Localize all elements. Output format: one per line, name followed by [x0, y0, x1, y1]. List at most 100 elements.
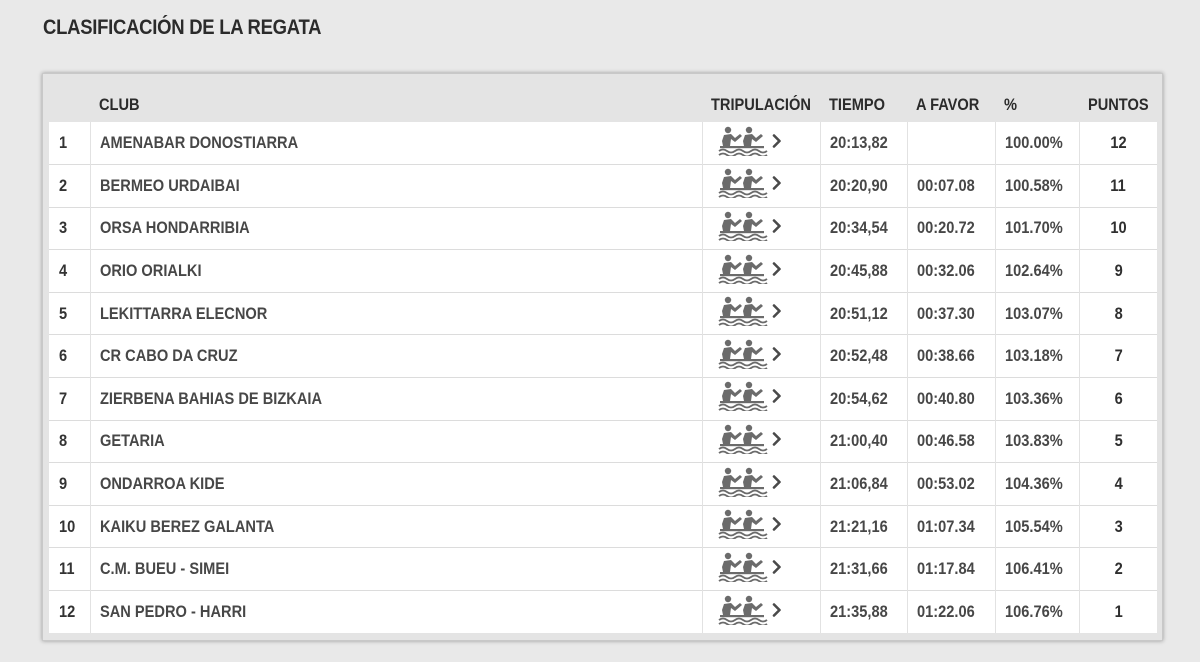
- club-cell: SAN PEDRO - HARRI: [90, 590, 703, 634]
- crew-link[interactable]: [717, 552, 782, 582]
- position-cell: 3: [49, 206, 91, 250]
- points-cell: 3: [1079, 504, 1157, 548]
- chevron-right-icon: [772, 517, 782, 531]
- gap-cell: 00:38.66: [907, 334, 996, 378]
- position-cell: 8: [49, 419, 91, 463]
- rowing-crew-icon: [717, 168, 768, 199]
- crew-link[interactable]: [717, 339, 782, 369]
- table-row: 5 LEKITTARRA ELECNOR 20:51,12 00:37.30 1…: [49, 291, 1157, 335]
- gap-cell: 00:20.72: [907, 206, 996, 250]
- points-cell: 1: [1079, 590, 1157, 634]
- gap-cell: [907, 122, 996, 165]
- crew-link[interactable]: [717, 595, 782, 625]
- club-cell: ONDARROA KIDE: [90, 462, 703, 506]
- table-row: 2 BERMEO URDAIBAI 20:20,90 00:07.08 100.…: [49, 164, 1157, 208]
- percent-cell: 101.70%: [995, 206, 1080, 250]
- table-row: 7 ZIERBENA BAHIAS DE BIZKAIA 20:54,62 00…: [49, 377, 1157, 421]
- table-row: 9 ONDARROA KIDE 21:06,84 00:53.02 104.36…: [49, 462, 1157, 506]
- gap-cell: 01:17.84: [907, 547, 996, 591]
- chevron-right-icon: [772, 133, 782, 148]
- points-cell: 12: [1079, 122, 1157, 165]
- club-cell: AMENABAR DONOSTIARRA: [90, 122, 703, 165]
- crew-cell: [702, 249, 821, 293]
- percent-cell: 103.18%: [995, 334, 1080, 378]
- percent-cell: 106.41%: [995, 547, 1080, 591]
- gap-cell: 00:40.80: [907, 377, 996, 421]
- rowing-crew-icon: [717, 381, 768, 412]
- crew-cell: [702, 334, 821, 378]
- results-panel: CLUB TRIPULACIÓN TIEMPO A FAVOR % PUNTOS…: [42, 73, 1163, 641]
- points-cell: 8: [1079, 291, 1157, 335]
- position-cell: 1: [49, 122, 91, 165]
- points-cell: 7: [1079, 334, 1157, 378]
- club-cell: ORSA HONDARRIBIA: [90, 206, 703, 250]
- crew-link[interactable]: [717, 381, 782, 412]
- club-cell: CR CABO DA CRUZ: [90, 334, 703, 378]
- table-row: 11 C.M. BUEU - SIMEI 21:31,66 01:17.84 1…: [49, 547, 1157, 591]
- position-cell: 5: [49, 291, 91, 335]
- position-cell: 11: [49, 547, 91, 591]
- table-header-row: CLUB TRIPULACIÓN TIEMPO A FAVOR % PUNTOS: [49, 88, 1157, 122]
- rowing-crew-icon: [717, 467, 768, 497]
- club-cell: ORIO ORIALKI: [90, 249, 703, 293]
- rowing-crew-icon: [717, 296, 768, 327]
- results-body: 1 AMENABAR DONOSTIARRA 20:13,82 100.00% …: [49, 122, 1157, 634]
- header-time: TIEMPO: [829, 95, 886, 114]
- crew-link[interactable]: [717, 509, 782, 540]
- points-cell: 9: [1079, 249, 1157, 293]
- crew-link[interactable]: [717, 126, 782, 156]
- crew-link[interactable]: [717, 254, 782, 284]
- points-cell: 6: [1079, 377, 1157, 421]
- time-cell: 20:54,62: [820, 377, 908, 421]
- points-cell: 10: [1079, 206, 1157, 250]
- crew-cell: [702, 419, 821, 463]
- crew-cell: [702, 164, 821, 208]
- gap-cell: 00:32.06: [907, 249, 996, 293]
- time-cell: 21:35,88: [820, 590, 908, 634]
- chevron-right-icon: [772, 346, 782, 361]
- rowing-crew-icon: [717, 424, 768, 454]
- gap-cell: 00:37.30: [907, 291, 996, 335]
- percent-cell: 104.36%: [995, 462, 1080, 506]
- position-cell: 4: [49, 249, 91, 293]
- table-row: 3 ORSA HONDARRIBIA 20:34,54 00:20.72 101…: [49, 206, 1157, 250]
- club-cell: GETARIA: [90, 419, 703, 463]
- rowing-crew-icon: [717, 595, 768, 625]
- crew-link[interactable]: [717, 467, 782, 497]
- time-cell: 20:45,88: [820, 249, 908, 293]
- chevron-right-icon: [772, 559, 782, 574]
- position-cell: 9: [49, 462, 91, 506]
- gap-cell: 00:07.08: [907, 164, 996, 208]
- chevron-right-icon: [772, 176, 782, 191]
- points-cell: 5: [1079, 419, 1157, 463]
- rowing-crew-icon: [717, 552, 768, 582]
- rowing-crew-icon: [717, 254, 768, 284]
- header-gap: A FAVOR: [916, 95, 980, 114]
- club-cell: BERMEO URDAIBAI: [90, 164, 703, 208]
- crew-cell: [702, 377, 821, 421]
- crew-link[interactable]: [717, 168, 782, 199]
- chevron-right-icon: [772, 389, 782, 404]
- club-cell: ZIERBENA BAHIAS DE BIZKAIA: [90, 377, 703, 421]
- position-cell: 12: [49, 590, 91, 634]
- points-cell: 4: [1079, 462, 1157, 506]
- rowing-crew-icon: [717, 339, 768, 369]
- chevron-right-icon: [772, 261, 782, 276]
- percent-cell: 103.36%: [995, 377, 1080, 421]
- time-cell: 20:13,82: [820, 122, 908, 165]
- crew-cell: [702, 504, 821, 548]
- crew-cell: [702, 291, 821, 335]
- crew-link[interactable]: [717, 296, 782, 327]
- crew-link[interactable]: [717, 424, 782, 454]
- chevron-right-icon: [772, 304, 782, 318]
- results-table: CLUB TRIPULACIÓN TIEMPO A FAVOR % PUNTOS…: [49, 88, 1157, 634]
- percent-cell: 100.58%: [995, 164, 1080, 208]
- position-cell: 7: [49, 377, 91, 421]
- time-cell: 21:00,40: [820, 419, 908, 463]
- table-row: 6 CR CABO DA CRUZ 20:52,48 00:38.66 103.…: [49, 334, 1157, 378]
- crew-cell: [702, 462, 821, 506]
- points-cell: 11: [1079, 164, 1157, 208]
- time-cell: 21:31,66: [820, 547, 908, 591]
- crew-link[interactable]: [717, 211, 782, 241]
- percent-cell: 102.64%: [995, 249, 1080, 293]
